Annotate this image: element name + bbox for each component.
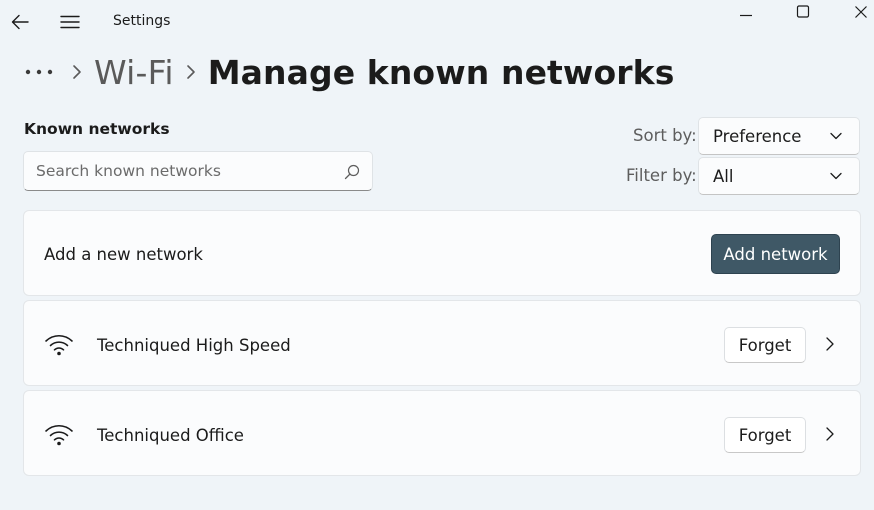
- hamburger-menu-icon: [60, 15, 80, 29]
- close-button[interactable]: [845, 0, 874, 24]
- known-networks-label: Known networks: [24, 120, 170, 138]
- search-icon: [344, 164, 360, 180]
- minimize-icon: [740, 14, 752, 17]
- sort-by-label: Sort by:: [633, 126, 697, 145]
- chevron-right-icon[interactable]: [821, 425, 839, 443]
- filter-by-label: Filter by:: [626, 166, 697, 185]
- title-bar: Settings: [0, 0, 874, 44]
- sort-by-value: Preference: [713, 126, 802, 146]
- close-icon: [855, 6, 867, 18]
- breadcrumb-chevron-right-icon: [60, 64, 94, 80]
- known-network-row[interactable]: Techniqued Office Forget: [23, 390, 861, 476]
- wifi-icon: [45, 424, 73, 446]
- search-box[interactable]: [23, 151, 373, 191]
- network-name: Techniqued High Speed: [97, 336, 291, 355]
- breadcrumb-more-button[interactable]: [24, 52, 60, 92]
- maximize-icon: [796, 5, 810, 18]
- add-network-card: Add a new network Add network: [23, 210, 861, 296]
- breadcrumb: Wi-Fi Manage known networks: [24, 50, 674, 94]
- navigation-menu-button[interactable]: [54, 6, 86, 38]
- network-name: Techniqued Office: [97, 426, 244, 445]
- page-title: Manage known networks: [207, 52, 675, 92]
- breadcrumb-chevron-right-icon: [174, 64, 208, 80]
- chevron-down-icon: [830, 132, 842, 140]
- app-title: Settings: [113, 13, 171, 29]
- forget-button[interactable]: Forget: [724, 417, 806, 453]
- breadcrumb-wifi-link[interactable]: Wi-Fi: [94, 53, 174, 92]
- add-network-button[interactable]: Add network: [711, 234, 840, 274]
- more-ellipsis-icon: [25, 69, 53, 75]
- chevron-down-icon: [830, 172, 842, 180]
- back-arrow-icon: [11, 14, 29, 30]
- filter-by-value: All: [713, 166, 734, 186]
- maximize-button[interactable]: [787, 0, 819, 24]
- minimize-button[interactable]: [730, 0, 762, 24]
- back-button[interactable]: [4, 6, 36, 38]
- chevron-right-icon[interactable]: [821, 335, 839, 353]
- filter-by-dropdown[interactable]: All: [698, 157, 860, 195]
- known-network-row[interactable]: Techniqued High Speed Forget: [23, 300, 861, 386]
- wifi-icon: [45, 334, 73, 356]
- sort-by-dropdown[interactable]: Preference: [698, 117, 860, 155]
- add-network-label: Add a new network: [44, 245, 203, 264]
- search-input[interactable]: [24, 153, 324, 189]
- forget-button[interactable]: Forget: [724, 327, 806, 363]
